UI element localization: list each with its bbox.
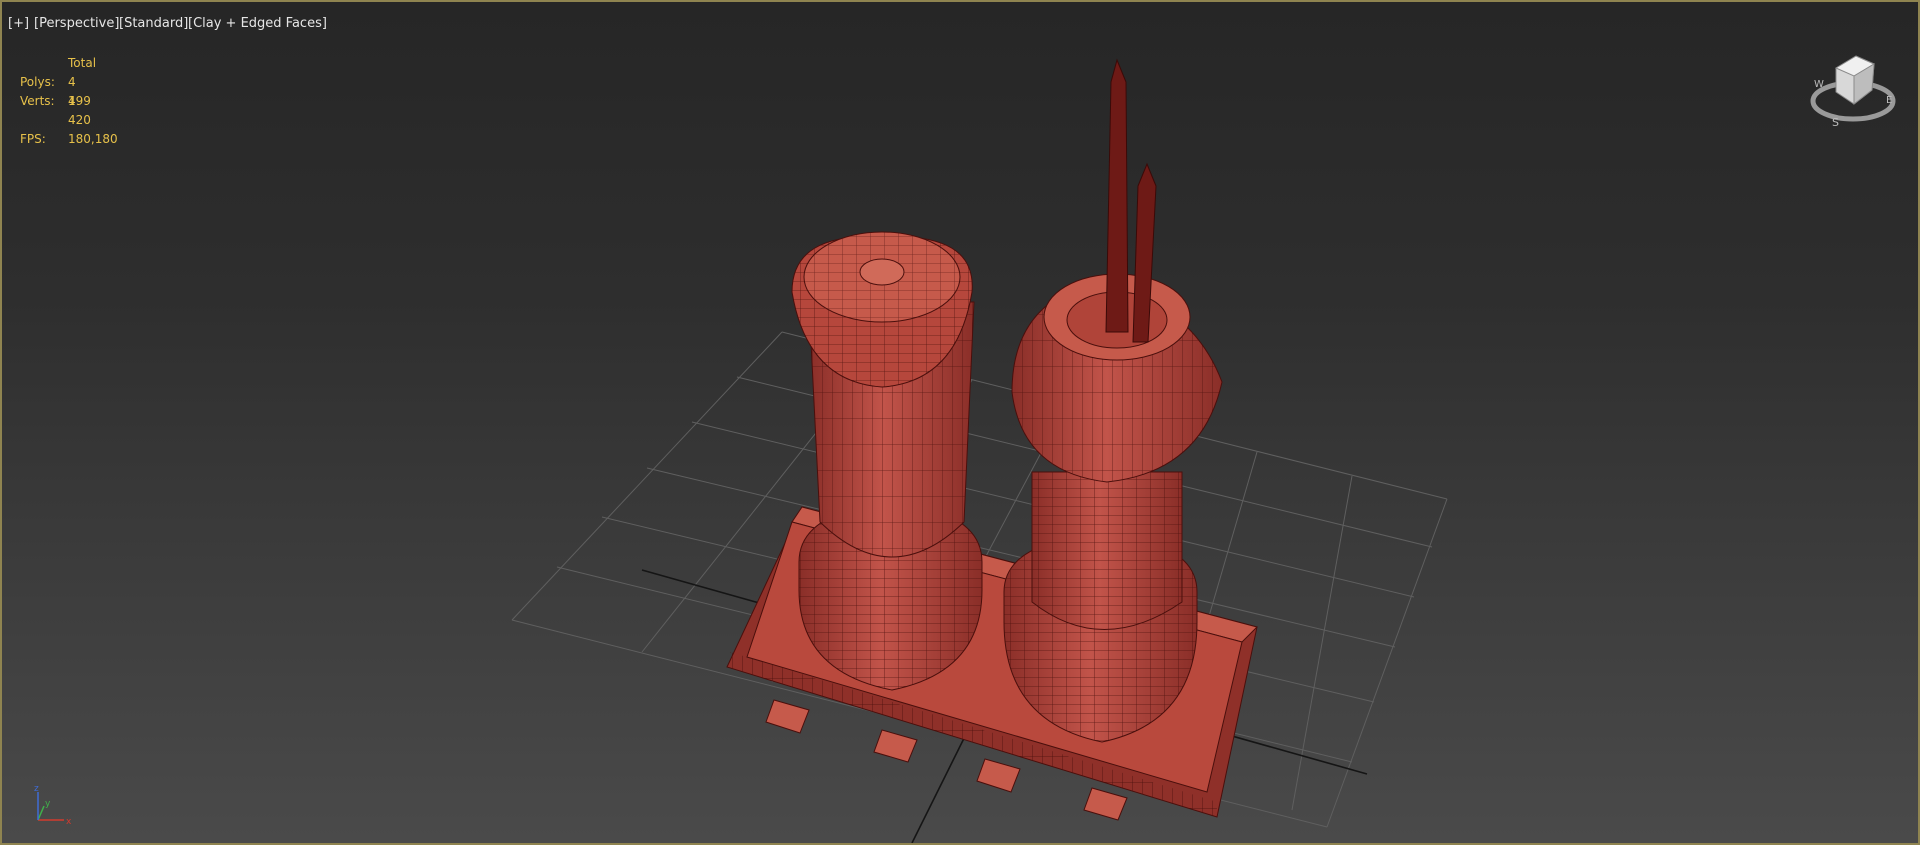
- axis-x-label: x: [66, 817, 72, 827]
- viewcube-icon[interactable]: W E S: [1806, 46, 1900, 136]
- right-tower: [1003, 58, 1223, 743]
- compass-w-label: W: [1814, 79, 1824, 90]
- perspective-viewport[interactable]: [+] [Perspective] [Standard] [Clay + Edg…: [0, 0, 1920, 845]
- axis-tripod-icon: x y z: [34, 784, 72, 827]
- axis-z-label: z: [34, 784, 39, 794]
- scene-3d-render[interactable]: [2, 2, 1918, 843]
- axis-y-label: y: [45, 799, 51, 809]
- compass-e-label: E: [1886, 95, 1892, 106]
- left-tower: [791, 231, 983, 691]
- compass-s-label: S: [1832, 116, 1839, 129]
